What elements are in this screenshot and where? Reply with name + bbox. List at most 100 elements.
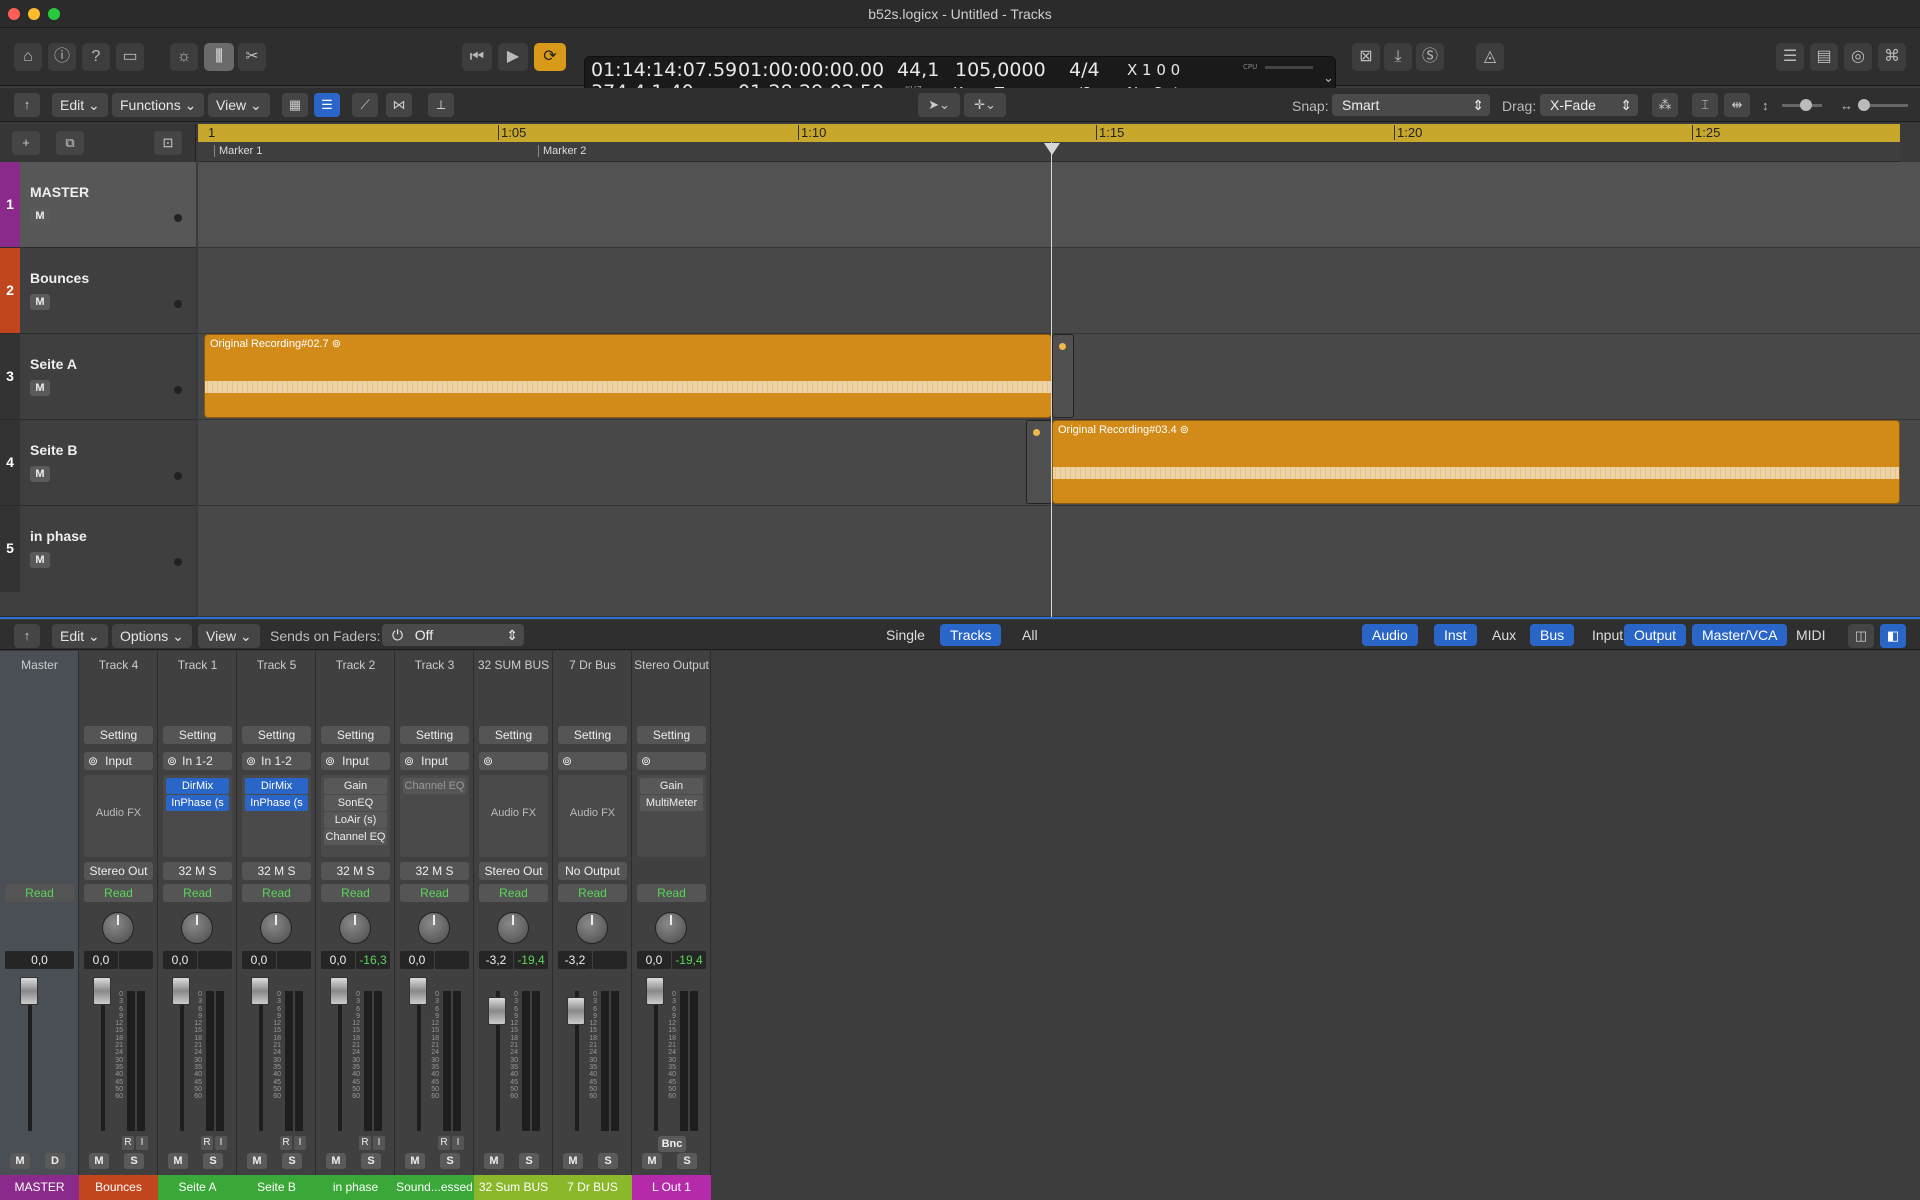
input-monitor-button[interactable]: I	[136, 1136, 148, 1150]
channel-strip[interactable]: Master Read 0,0 M D MASTER	[0, 651, 79, 1200]
mute-button[interactable]: M	[30, 208, 50, 224]
volume-value[interactable]: 0,0	[321, 951, 355, 969]
vertical-zoom-knob[interactable]	[1800, 99, 1812, 111]
tuner-icon[interactable]: ◬	[1476, 43, 1504, 71]
automation-mode[interactable]: Read	[242, 884, 311, 902]
wide-strips-icon[interactable]: ◧	[1880, 624, 1906, 648]
mute-button[interactable]: M	[30, 380, 50, 396]
channel-strip[interactable]: Track 5 Setting ⊚ In 1-2 DirMix InPhase (s 32 …	[237, 651, 316, 1200]
volume-fader[interactable]	[646, 977, 664, 1005]
volume-fader[interactable]	[330, 977, 348, 1005]
audio-fx-slot[interactable]: Audio FX	[84, 775, 153, 857]
channel-strip[interactable]: Track 3 Setting ⊚ Input Channel EQ 32 M S Read…	[395, 651, 474, 1200]
functions-menu[interactable]: Functions ⌄	[112, 93, 205, 117]
setting-button[interactable]: Setting	[163, 726, 232, 744]
input-slot[interactable]: ⊚	[637, 752, 706, 770]
horizontal-fit-icon[interactable]: ⇹	[1724, 93, 1750, 117]
solo-button[interactable]: S	[203, 1153, 223, 1169]
all-button[interactable]: All	[1012, 624, 1048, 646]
audio-region[interactable]: Original Recording#03.4 ⊚	[1052, 420, 1900, 504]
setting-button[interactable]: Setting	[558, 726, 627, 744]
automation-mode[interactable]: Read	[5, 884, 74, 902]
drag-select[interactable]: X-Fade ⇕	[1540, 94, 1638, 116]
output-slot[interactable]: Stereo Out	[479, 862, 548, 880]
bounce-button[interactable]: Bnc	[658, 1136, 686, 1152]
loop-browser-icon[interactable]: ◎	[1844, 43, 1872, 71]
input-monitor-button[interactable]: I	[452, 1136, 464, 1150]
strip-name[interactable]: Sound...essed	[395, 1175, 474, 1200]
single-button[interactable]: Single	[876, 624, 935, 646]
volume-fader[interactable]	[409, 977, 427, 1005]
snap-select[interactable]: Smart ⇕	[1332, 94, 1490, 116]
mute-button[interactable]: M	[30, 466, 50, 482]
filter-bus[interactable]: Bus	[1530, 624, 1575, 646]
marker-2[interactable]: Marker 2	[538, 145, 586, 157]
folder-track-icon[interactable]: ⊡	[154, 131, 182, 155]
volume-value[interactable]: 0,0	[84, 951, 118, 969]
mute-button[interactable]: M	[563, 1153, 583, 1169]
input-slot[interactable]: ⊚	[558, 752, 627, 770]
pan-knob[interactable]	[576, 912, 608, 944]
strip-name[interactable]: 7 Dr BUS	[553, 1175, 632, 1200]
input-monitor-button[interactable]: I	[294, 1136, 306, 1150]
plugin-slot[interactable]: InPhase (s	[245, 795, 308, 811]
audio-region[interactable]: Original Recording#02.7 ⊚	[204, 334, 1052, 418]
track-lane-master[interactable]	[198, 162, 1920, 248]
fader-track[interactable]	[259, 991, 263, 1131]
volume-fader[interactable]	[488, 997, 506, 1025]
mute-button[interactable]: M	[89, 1153, 109, 1169]
record-enable-icon[interactable]	[174, 558, 182, 566]
automation-mode[interactable]: Read	[163, 884, 232, 902]
list-view-icon[interactable]: ☰	[314, 93, 340, 117]
plugin-slot[interactable]: Channel EQ	[403, 778, 466, 794]
channel-strip[interactable]: Stereo Output Setting ⊚ Gain MultiMeter Read 0…	[632, 651, 711, 1200]
mute-button[interactable]: M	[405, 1153, 425, 1169]
automation-mode[interactable]: Read	[479, 884, 548, 902]
narrow-strips-icon[interactable]: ◫	[1848, 624, 1874, 648]
smart-controls-icon[interactable]: ☼	[170, 43, 198, 71]
audio-fx-slot[interactable]: Audio FX	[479, 775, 548, 857]
browser-icon[interactable]: ⌘	[1878, 43, 1906, 71]
output-slot[interactable]: 32 M S	[163, 862, 232, 880]
dim-button[interactable]: D	[45, 1153, 65, 1169]
volume-value[interactable]: 0,0	[5, 951, 74, 969]
volume-fader[interactable]	[251, 977, 269, 1005]
go-up-icon[interactable]: ↑	[14, 624, 40, 648]
volume-value[interactable]: 0,0	[242, 951, 276, 969]
filter-master-vca[interactable]: Master/VCA	[1692, 624, 1788, 646]
plugin-slot[interactable]: Gain	[640, 778, 703, 794]
fader-track[interactable]	[338, 991, 342, 1131]
audio-fx-slot[interactable]: Channel EQ	[400, 775, 469, 857]
fader-track[interactable]	[101, 991, 105, 1131]
inspector-icon[interactable]: ⓘ	[48, 43, 76, 71]
fader-track[interactable]	[417, 991, 421, 1131]
editors-icon[interactable]: ✂	[238, 43, 266, 71]
read-button[interactable]: R	[280, 1136, 292, 1150]
read-button[interactable]: R	[201, 1136, 213, 1150]
strip-name[interactable]: L Out 1	[632, 1175, 711, 1200]
automation-mode[interactable]: Read	[637, 884, 706, 902]
filter-audio[interactable]: Audio	[1362, 624, 1418, 646]
setting-button[interactable]: Setting	[400, 726, 469, 744]
track-header-bounces[interactable]: 2 Bounces M	[0, 248, 196, 334]
duplicate-track-icon[interactable]: ⧉	[56, 131, 84, 155]
filter-aux[interactable]: Aux	[1482, 624, 1526, 646]
solo-button[interactable]: S	[519, 1153, 539, 1169]
audio-fx-slot[interactable]: Audio FX	[558, 775, 627, 857]
setting-button[interactable]: Setting	[321, 726, 390, 744]
mute-button[interactable]: M	[247, 1153, 267, 1169]
view-menu[interactable]: View ⌄	[208, 93, 270, 117]
setting-button[interactable]: Setting	[479, 726, 548, 744]
input-slot[interactable]: ⊚ Input	[321, 752, 390, 770]
chevron-down-icon[interactable]: ⌄	[1323, 71, 1334, 86]
input-slot[interactable]: ⊚ Input	[84, 752, 153, 770]
plugin-slot[interactable]: DirMix	[166, 778, 229, 794]
track-header-master[interactable]: 1 MASTER M	[0, 162, 196, 248]
secondary-tool-icon[interactable]: ✛⌄	[964, 93, 1006, 117]
input-monitor-button[interactable]: I	[373, 1136, 385, 1150]
record-enable-icon[interactable]	[174, 300, 182, 308]
playhead[interactable]	[1051, 142, 1052, 617]
vertical-zoom-icon[interactable]: ⌶	[1692, 93, 1718, 117]
plugin-slot[interactable]: InPhase (s	[166, 795, 229, 811]
mixer-icon[interactable]: ⫼	[204, 43, 234, 71]
